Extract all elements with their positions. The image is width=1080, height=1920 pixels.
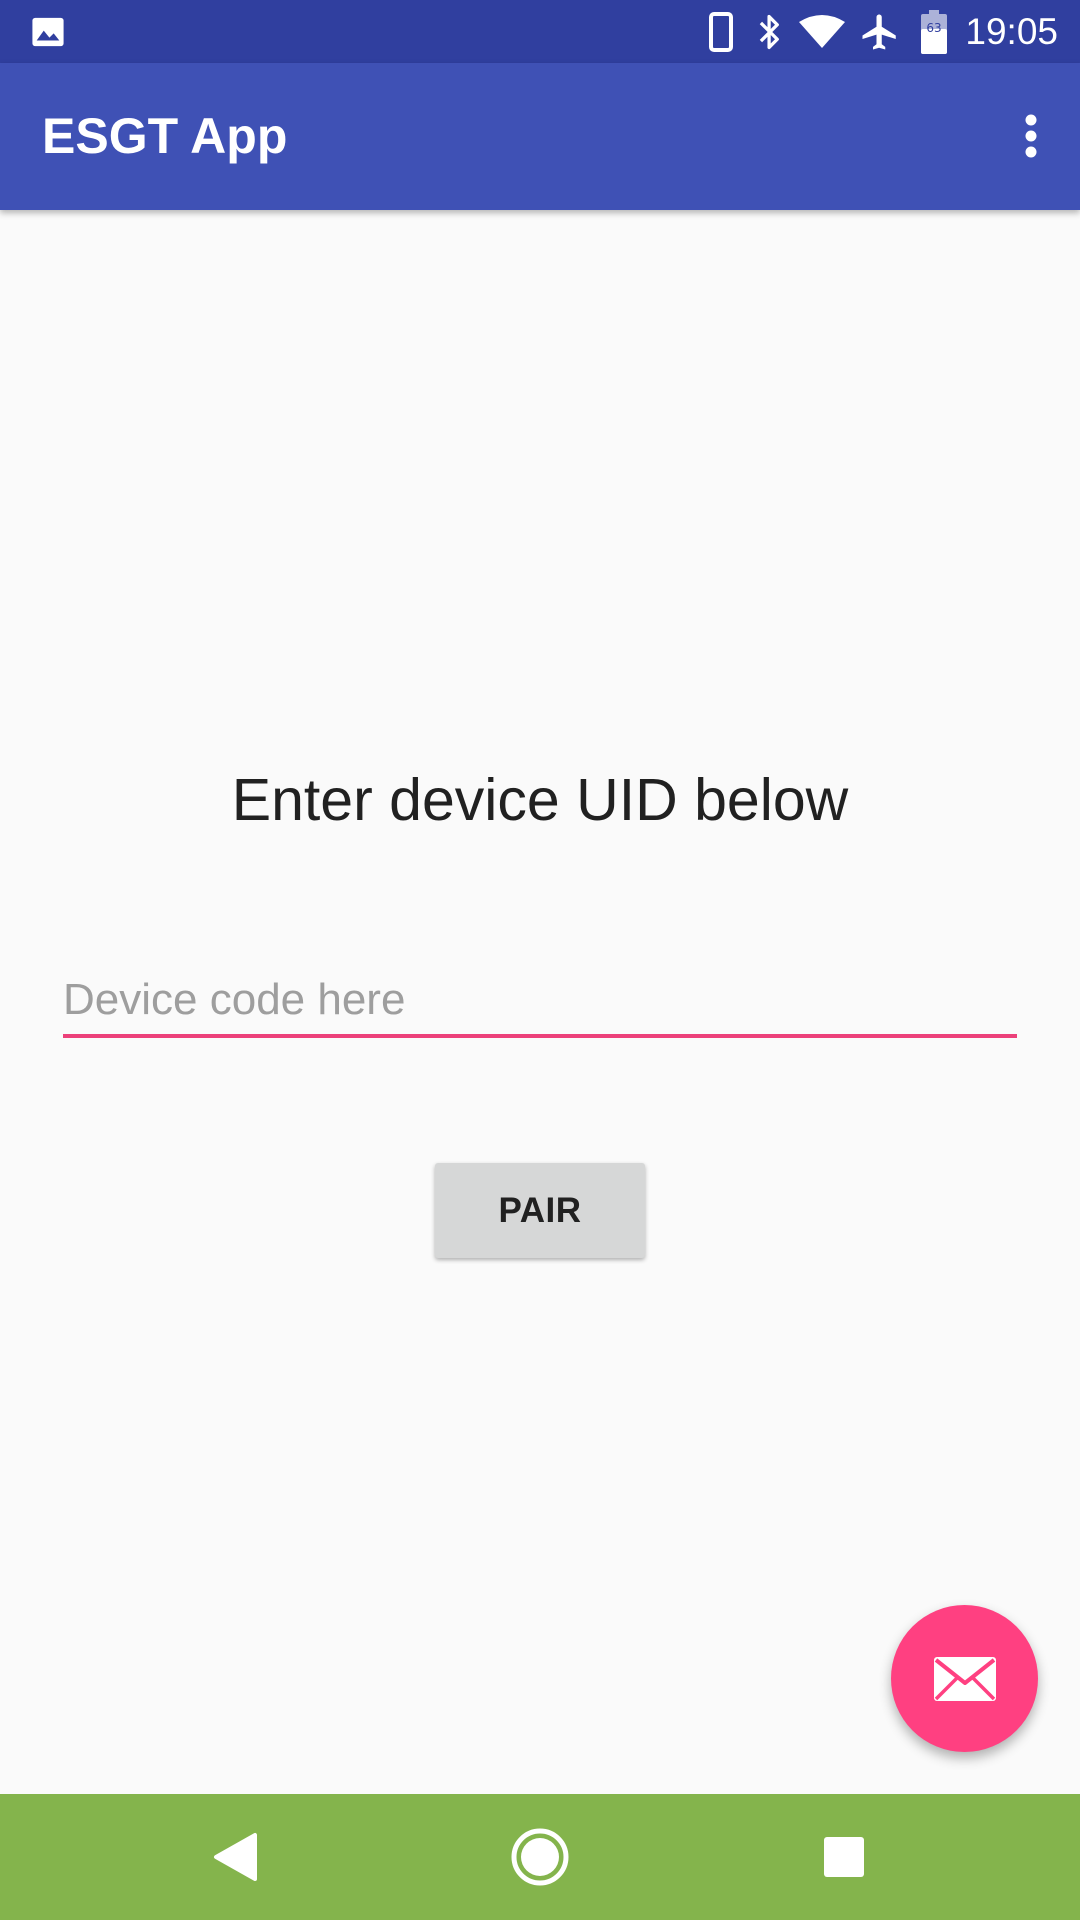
back-button[interactable] — [165, 1794, 305, 1920]
device-code-input[interactable] — [63, 966, 1017, 1038]
image-icon — [28, 0, 68, 63]
airplane-mode-icon — [856, 0, 904, 63]
home-button[interactable] — [470, 1794, 610, 1920]
phone-icon — [704, 0, 738, 63]
page-heading: Enter device UID below — [231, 767, 849, 833]
navigation-bar — [0, 1794, 1080, 1920]
svg-text:63: 63 — [926, 21, 941, 35]
mail-icon — [932, 1655, 998, 1703]
mail-fab-button[interactable] — [891, 1605, 1038, 1752]
home-icon — [510, 1827, 570, 1887]
recents-icon — [823, 1836, 865, 1878]
wifi-icon — [797, 0, 847, 63]
status-time: 19:05 — [965, 11, 1058, 52]
status-bar: 63 19:05 — [0, 0, 1080, 63]
pair-button[interactable]: PAIR — [435, 1163, 645, 1258]
battery-icon: 63 — [914, 0, 954, 63]
back-icon — [213, 1832, 257, 1882]
overflow-menu-icon[interactable] — [994, 93, 1068, 179]
recents-button[interactable] — [774, 1794, 914, 1920]
app-bar: ESGT App — [0, 63, 1080, 210]
app-title: ESGT App — [42, 108, 288, 164]
bluetooth-icon — [752, 0, 788, 63]
